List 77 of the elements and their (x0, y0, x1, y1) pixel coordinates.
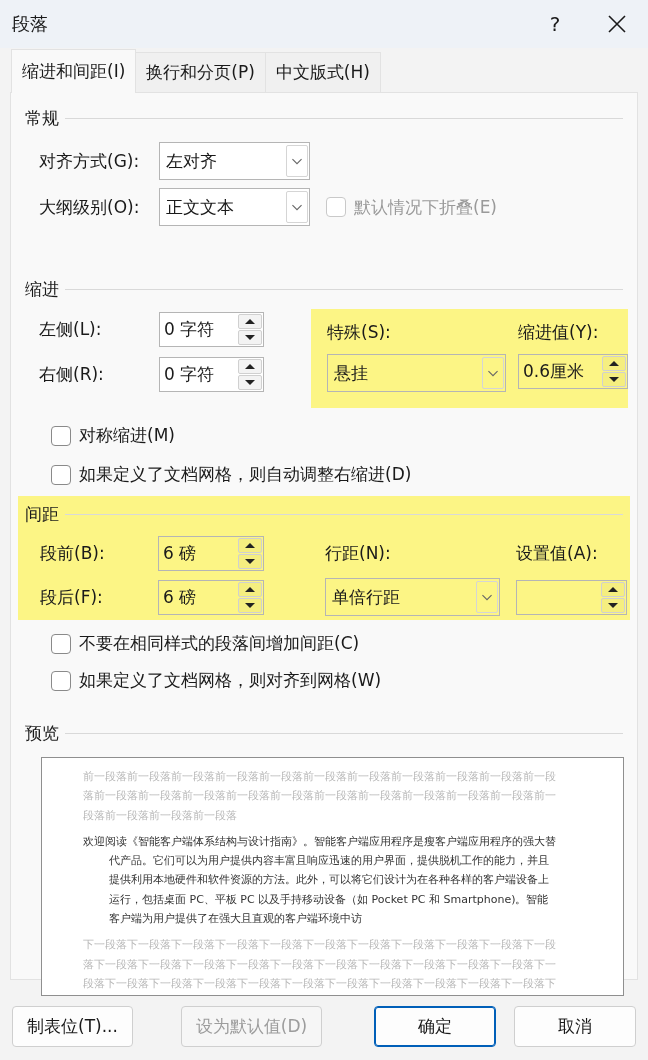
checkbox[interactable] (51, 464, 71, 485)
spin-value: 0.6厘米 (523, 360, 585, 383)
checkbox-label: 默认情况下折叠(E) (354, 195, 497, 219)
spin-field[interactable]: 0.6厘米 (518, 354, 628, 389)
checkbox-label: 不要在相同样式的段落间增加间距(C) (79, 632, 360, 655)
triangle-up-icon (608, 359, 620, 368)
section-heading: 预览 (25, 722, 59, 745)
dropdown[interactable]: 正文文本 (159, 188, 310, 226)
checkbox[interactable] (51, 425, 71, 446)
spin-up-button[interactable] (602, 356, 626, 371)
checkbox-label: 如果定义了文档网格，则对齐到网格(W) (79, 669, 382, 692)
spin-up-button[interactable] (238, 314, 262, 329)
field-label: 设置值(A): (516, 542, 599, 565)
spin-field[interactable] (516, 579, 627, 615)
spin-value: 0 字符 (164, 363, 215, 386)
section-heading: 缩进 (25, 278, 59, 301)
tab[interactable]: 中文版式(H) (264, 52, 381, 92)
dialog-button[interactable]: 确定 (374, 1006, 496, 1047)
field-label: 特殊(S): (327, 321, 392, 344)
tab[interactable]: 缩进和间距(I) (11, 49, 137, 93)
spin-field[interactable]: 0 字符 (159, 357, 264, 392)
dropdown[interactable]: 悬挂 (327, 354, 506, 392)
dialog-button[interactable]: 制表位(T)... (12, 1006, 133, 1047)
field-label: 段后(F): (40, 585, 104, 609)
triangle-down-icon (244, 557, 256, 566)
spin-field[interactable]: 0 字符 (159, 312, 264, 347)
spin-up-button[interactable] (601, 581, 625, 597)
spin-up-button[interactable] (238, 538, 262, 553)
dropdown-value: 左对齐 (166, 149, 217, 173)
spin-up-button[interactable] (238, 581, 262, 597)
checkbox-label: 对称缩进(M) (79, 424, 175, 447)
dropdown[interactable]: 单倍行距 (325, 578, 500, 616)
spin-value: 6 磅 (163, 585, 197, 609)
spin-down-button[interactable] (238, 597, 262, 613)
window-title: 段落 (12, 12, 49, 36)
spin-field[interactable]: 6 磅 (158, 536, 264, 571)
dropdown-value: 单倍行距 (332, 585, 400, 609)
spin-down-button[interactable] (238, 375, 262, 390)
spin-field[interactable]: 6 磅 (158, 579, 264, 615)
checkbox[interactable] (51, 670, 71, 691)
triangle-down-icon (244, 378, 256, 387)
field-label: 行距(N): (325, 542, 392, 565)
triangle-up-icon (244, 362, 256, 371)
spin-down-button[interactable] (238, 554, 262, 569)
spin-value: 6 磅 (163, 542, 197, 565)
triangle-up-icon (244, 317, 256, 326)
triangle-down-icon (244, 600, 256, 610)
section-heading: 常规 (25, 107, 59, 130)
spin-value: 0 字符 (164, 318, 215, 341)
triangle-down-icon (608, 375, 620, 384)
field-label: 左侧(L): (39, 318, 103, 341)
checkbox[interactable] (51, 633, 71, 654)
spin-down-button[interactable] (601, 597, 625, 613)
field-label: 段前(B): (40, 542, 106, 565)
field-label: 右侧(R): (39, 363, 105, 386)
triangle-down-icon (244, 333, 256, 342)
preview-text: 欢迎阅读《智能客户端体系结构与设计指南》。智能客户端应用程序是瘦客户端应用程序的强大替代产品。它们可以为用户提供内容丰富且响应迅速的用户界面，提供脱机工作的能力，并且提供利用本地硬件和软件资源的方法。此外，可以将它们设计为在各种各样的客户端设备上运行，包括桌面 PC、平板 PC 以及手持移动设备（如 Pocket PC 和 Smartphone)。智能客户端为用户提供了在强大且直观的客户端环境中访 (83, 833, 557, 928)
triangle-up-icon (244, 584, 256, 594)
field-label: 缩进值(Y): (518, 321, 600, 344)
triangle-up-icon (244, 541, 256, 550)
help-button[interactable]: ? (524, 12, 586, 36)
dialog-button[interactable]: 取消 (514, 1006, 636, 1047)
chevron-down-icon[interactable] (286, 191, 308, 223)
spin-down-button[interactable] (238, 330, 262, 345)
dropdown[interactable]: 左对齐 (159, 142, 310, 180)
spin-down-button[interactable] (602, 372, 626, 387)
triangle-down-icon (607, 600, 619, 610)
triangle-up-icon (607, 584, 619, 594)
checkbox-label: 如果定义了文档网格，则自动调整右缩进(D) (79, 463, 412, 486)
field-label: 对齐方式(G): (39, 149, 141, 173)
spin-up-button[interactable] (238, 359, 262, 374)
close-icon (607, 14, 627, 34)
field-label: 大纲级别(O): (39, 195, 141, 219)
section-heading: 间距 (25, 503, 59, 526)
dropdown-value: 悬挂 (334, 361, 368, 385)
chevron-down-icon[interactable] (286, 145, 308, 177)
dropdown-value: 正文文本 (166, 195, 234, 219)
